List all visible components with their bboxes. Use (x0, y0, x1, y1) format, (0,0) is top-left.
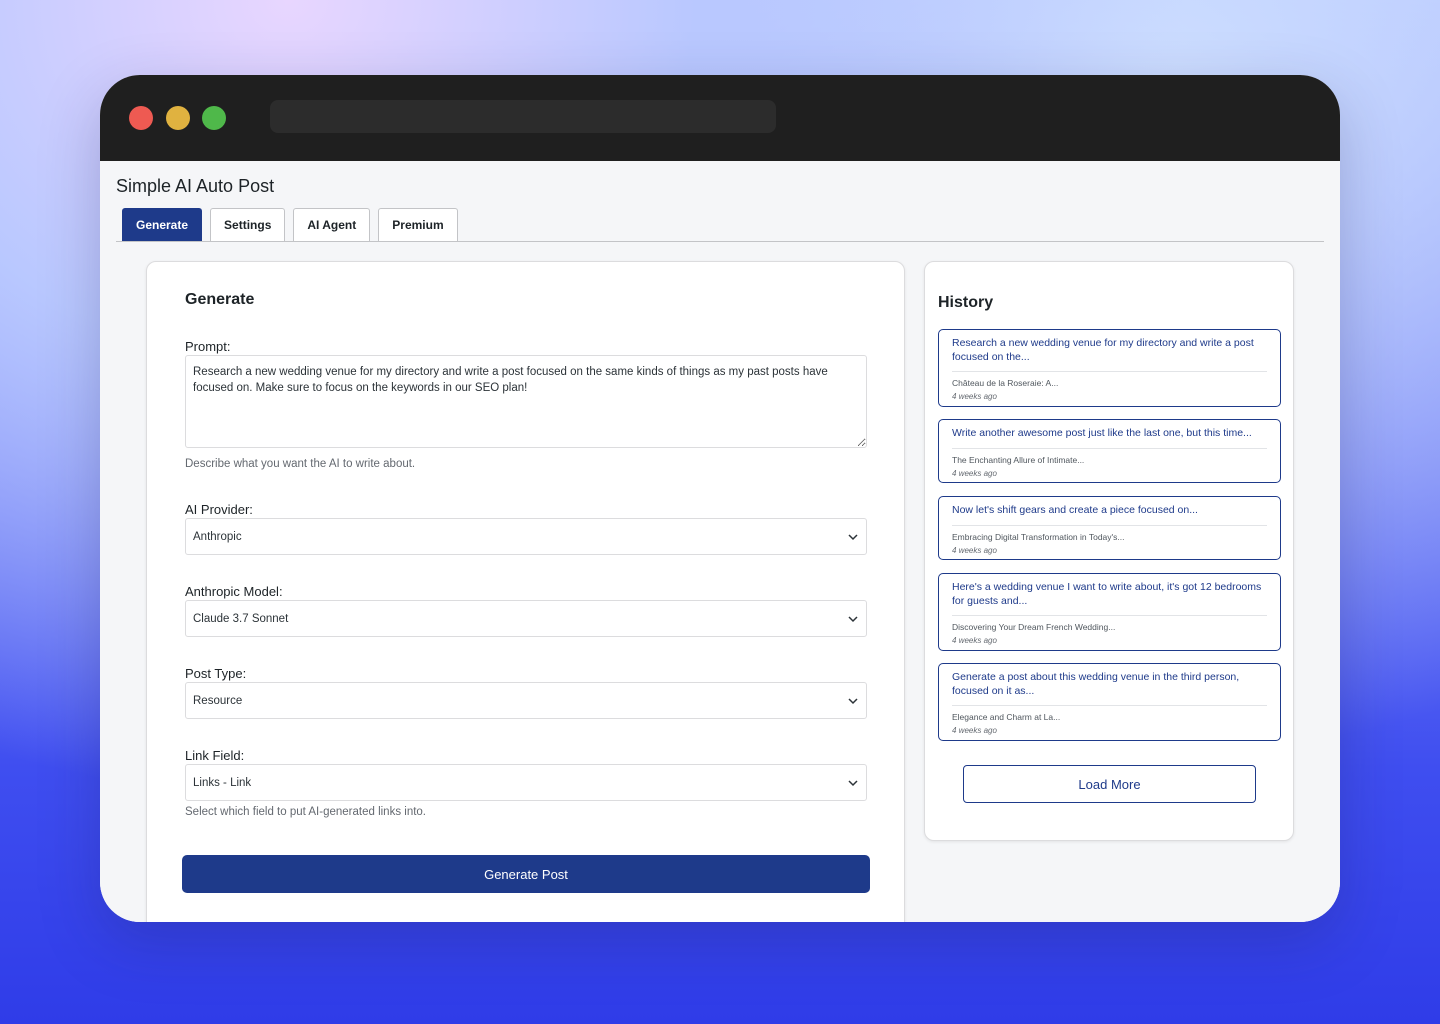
tab-premium[interactable]: Premium (378, 208, 458, 241)
chevron-down-icon (848, 698, 858, 705)
model-select-value: Claude 3.7 Sonnet (193, 612, 289, 625)
history-item-divider (952, 615, 1267, 616)
generate-heading: Generate (185, 291, 255, 308)
close-window-button[interactable] (129, 106, 153, 130)
history-panel: History Research a new wedding venue for… (924, 261, 1294, 841)
tab-generate[interactable]: Generate (122, 208, 203, 241)
load-more-button[interactable]: Load More (963, 765, 1256, 803)
history-item-divider (952, 371, 1267, 372)
history-item-divider (952, 524, 1267, 526)
link-field-label: Link Field: (185, 748, 245, 763)
prompt-label: Prompt: (185, 339, 231, 354)
browser-window: Simple AI Auto Post Generate Settings AI… (100, 75, 1340, 922)
prompt-textarea[interactable]: Research a new wedding venue for my dire… (185, 355, 867, 448)
history-item-title: Château de la Roseraie: A... (952, 378, 1059, 388)
model-select[interactable]: Claude 3.7 Sonnet (185, 600, 867, 637)
window-titlebar (100, 75, 1340, 161)
history-item-title: Embracing Digital Transformation in Toda… (952, 531, 1125, 542)
history-item-divider (952, 447, 1267, 449)
link-field-select-value: Links - Link (193, 776, 252, 789)
tab-ai-agent[interactable]: AI Agent (293, 208, 371, 241)
history-item-divider (952, 705, 1267, 706)
provider-select[interactable]: Anthropic (185, 518, 867, 555)
history-item-title: Elegance and Charm at La... (952, 712, 1061, 722)
tab-divider (116, 241, 1324, 242)
history-heading: History (938, 294, 994, 311)
address-bar[interactable] (270, 100, 776, 133)
model-label: Anthropic Model: (185, 584, 283, 599)
history-item-time: 4 weeks ago (952, 726, 997, 735)
history-item-time: 4 weeks ago (952, 545, 997, 555)
history-item-title: The Enchanting Allure of Intimate... (952, 454, 1085, 465)
minimize-window-button[interactable] (166, 106, 190, 130)
provider-label: AI Provider: (185, 502, 253, 517)
post-type-label: Post Type: (185, 666, 247, 681)
generate-post-button[interactable]: Generate Post (182, 855, 870, 893)
history-item-prompt: Research a new wedding venue for my dire… (952, 337, 1254, 363)
history-item-prompt: Generate a post about this wedding venue… (952, 671, 1240, 697)
history-item[interactable]: Generate a post about this wedding venue… (938, 663, 1281, 741)
history-item-time: 4 weeks ago (952, 392, 997, 401)
post-type-select-value: Resource (193, 694, 243, 707)
link-field-select[interactable]: Links - Link (185, 764, 867, 801)
generate-panel: Generate Prompt: Research a new wedding … (146, 261, 905, 922)
history-item-title: Discovering Your Dream French Wedding... (952, 622, 1116, 632)
chevron-down-icon (848, 616, 858, 623)
page-content: Simple AI Auto Post Generate Settings AI… (100, 161, 1340, 922)
prompt-help-text: Describe what you want the AI to write a… (185, 458, 416, 470)
history-item-prompt: Write another awesome post just like the… (952, 427, 1252, 439)
history-item-prompt: Now let's shift gears and create a piece… (952, 504, 1198, 516)
tab-settings[interactable]: Settings (210, 208, 286, 241)
history-item[interactable]: Research a new wedding venue for my dire… (938, 329, 1281, 407)
provider-select-value: Anthropic (193, 530, 242, 543)
history-item[interactable]: Write another awesome post just like the… (938, 419, 1281, 483)
history-item[interactable]: Now let's shift gears and create a piece… (938, 496, 1281, 560)
link-field-help-text: Select which field to put AI-generated l… (185, 806, 427, 818)
page-title: Simple AI Auto Post (116, 176, 275, 196)
post-type-select[interactable]: Resource (185, 682, 867, 719)
history-item-time: 4 weeks ago (952, 636, 997, 645)
history-item-time: 4 weeks ago (952, 468, 997, 478)
history-item[interactable]: Here's a wedding venue I want to write a… (938, 573, 1281, 651)
tab-bar: Generate Settings AI Agent Premium (122, 208, 458, 241)
maximize-window-button[interactable] (202, 106, 226, 130)
chevron-down-icon (848, 534, 858, 541)
chevron-down-icon (848, 780, 858, 787)
history-item-prompt: Here's a wedding venue I want to write a… (952, 581, 1262, 607)
